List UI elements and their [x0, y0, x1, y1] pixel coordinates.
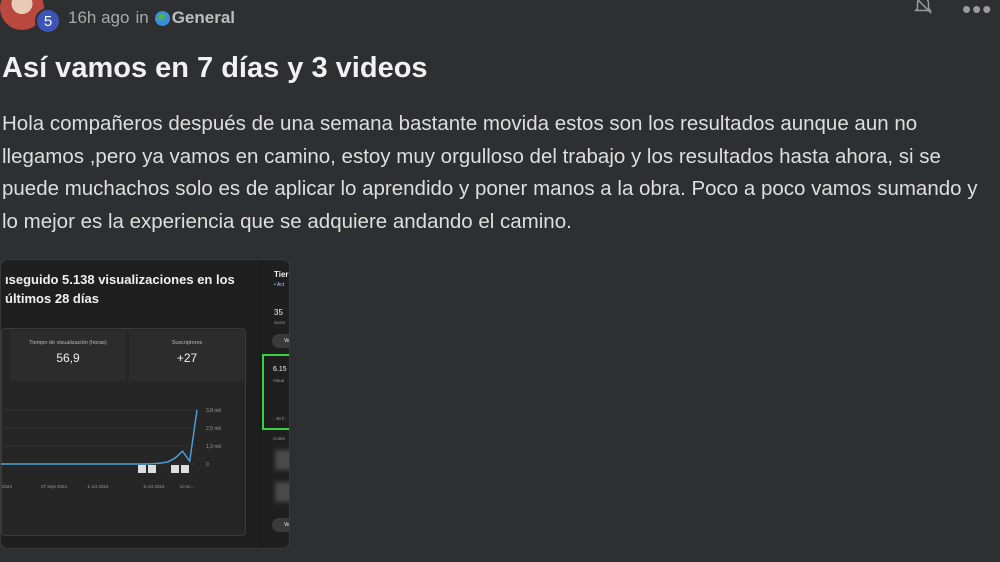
stat-subscribers: Suscriptores +27	[129, 330, 245, 381]
side-sub: • Act	[274, 282, 285, 288]
y-tick-label: 2,5 mil	[206, 426, 221, 432]
stat-watch-time: Tiempo de visualización (horas) 56,9	[10, 330, 126, 381]
play-icon	[138, 465, 146, 473]
thumbnail	[275, 482, 289, 502]
post-body: Hola compañeros después de una semana ba…	[2, 112, 978, 233]
side-count-label: Suscr	[274, 320, 286, 325]
views-chart: 3,8 mil 2,5 mil 1,3 mil 0 2024 27 sept 2024 1 …	[1, 408, 221, 489]
side-panel: Tier • Act 35 Suscr Ve 6.15 Visua · 48 h…	[262, 260, 289, 548]
y-tick-label: 3,8 mil	[206, 408, 221, 414]
x-tick-label: 1 oct 2024	[87, 484, 109, 489]
x-tick-label: 2024	[2, 484, 13, 489]
series-line	[1, 409, 198, 465]
in-word: in	[135, 8, 149, 27]
side-content-label: Conte	[273, 436, 286, 441]
post-time: 16h ago	[68, 8, 130, 27]
category-label: General	[171, 8, 235, 27]
more-options-icon[interactable]: •••	[962, 0, 992, 25]
side-hours: · 48 h	[273, 416, 285, 421]
level-badge: 5	[35, 8, 61, 34]
thumbnail	[275, 450, 289, 470]
x-tick-label: 27 sept 2024	[41, 484, 68, 489]
stat-value: 56,9	[56, 351, 80, 365]
attached-image[interactable]: ıseguido 5.138 visualizaciones en los úl…	[0, 259, 290, 549]
side-heading: Tier	[274, 270, 289, 279]
y-tick-label: 1,3 mil	[206, 444, 221, 450]
post-meta: 16h ago in General	[68, 8, 235, 28]
play-icon	[148, 465, 156, 473]
y-tick-label: 0	[206, 462, 209, 468]
chart-controls	[138, 465, 189, 473]
x-tick-label: 10 oc...	[180, 484, 195, 489]
stat-value: +27	[176, 351, 198, 365]
analytics-title: ıseguido 5.138 visualizaciones en los úl…	[5, 272, 235, 306]
stat-label: Suscriptores	[171, 340, 203, 346]
post-title: Así vamos en 7 días y 3 videos	[2, 52, 428, 84]
analytics-panel: ıseguido 5.138 visualizaciones en los úl…	[1, 260, 259, 548]
side-views-label: Visua	[273, 378, 285, 383]
stat-label: Tiempo de visualización (horas)	[29, 340, 107, 346]
pause-icon	[171, 465, 179, 473]
globe-icon	[154, 10, 170, 26]
side-button[interactable]: Ve	[272, 334, 289, 348]
bell-icon[interactable]	[912, 0, 934, 16]
x-tick-label: 6 oct 2024	[143, 484, 165, 489]
category-link[interactable]: General	[154, 8, 235, 28]
pause-icon	[181, 465, 189, 473]
side-count: 35	[274, 308, 283, 317]
side-views: 6.15	[273, 366, 287, 373]
side-button[interactable]: Ve	[272, 518, 289, 532]
